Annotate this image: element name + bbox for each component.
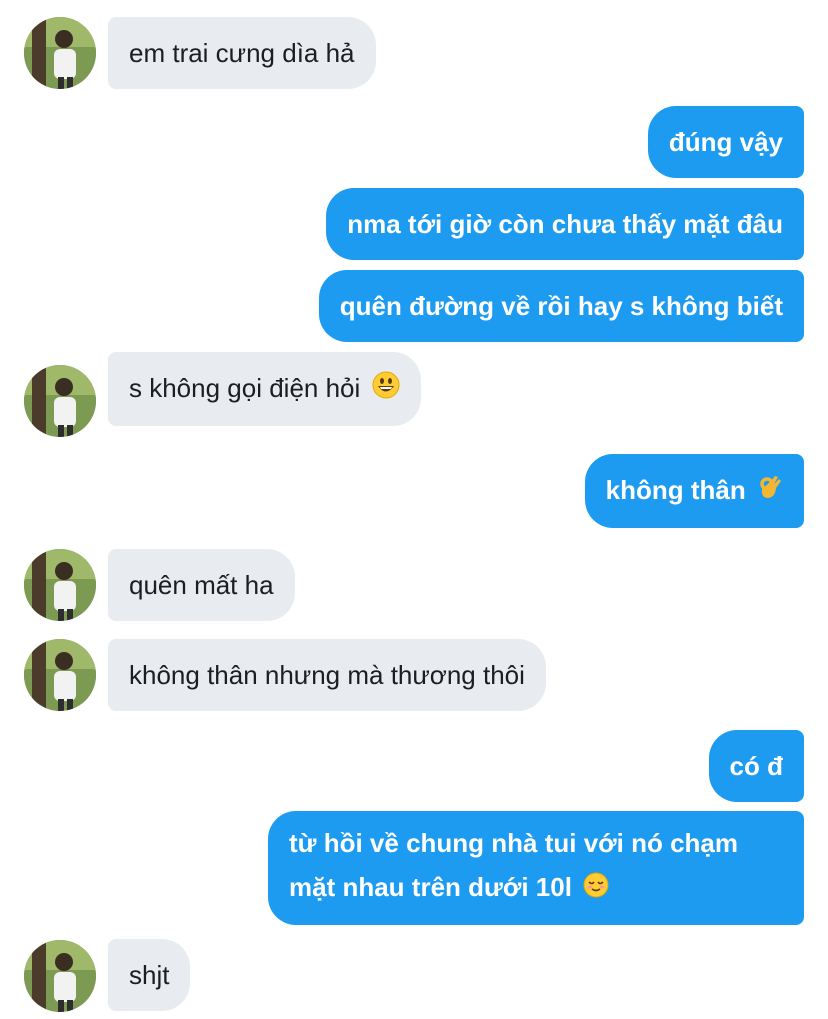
message-text: s không gọi điện hỏi	[129, 373, 361, 403]
message-text: có đ	[729, 751, 783, 781]
message-bubble-outgoing[interactable]: đúng vậy	[647, 106, 804, 178]
message-bubble-outgoing[interactable]: nma tới giờ còn chưa thấy mặt đâu	[326, 188, 804, 260]
contact-avatar[interactable]	[24, 639, 96, 711]
message-text: đúng vậy	[668, 127, 783, 157]
grinning-face-emoji-icon	[372, 369, 400, 411]
message-bubble-incoming[interactable]: quên mất ha	[108, 549, 295, 621]
relieved-face-emoji-icon	[583, 867, 609, 911]
contact-avatar[interactable]	[24, 17, 96, 89]
message-bubble-incoming[interactable]: s không gọi điện hỏi	[108, 352, 421, 427]
message-text: nma tới giờ còn chưa thấy mặt đâu	[347, 209, 783, 239]
message-text: quên đường về rồi hay s không biết	[339, 291, 783, 321]
message-bubble-incoming[interactable]: shjt	[108, 939, 191, 1011]
message-text: em trai cưng dìa hả	[129, 38, 355, 68]
message-text: quên mất ha	[129, 570, 274, 600]
contact-avatar[interactable]	[24, 365, 96, 437]
ok-hand-emoji-icon	[757, 471, 783, 513]
message-text: shjt	[129, 960, 170, 990]
message-text: không thân	[605, 475, 746, 505]
contact-avatar[interactable]	[24, 549, 96, 621]
contact-avatar[interactable]	[24, 940, 96, 1012]
message-bubble-outgoing[interactable]: từ hồi về chung nhà tui với nó chạm mặt …	[268, 811, 804, 926]
message-bubble-outgoing[interactable]: có đ	[708, 730, 804, 802]
message-bubble-outgoing[interactable]: không thân	[584, 454, 804, 529]
message-bubble-incoming[interactable]: không thân nhưng mà thương thôi	[108, 639, 546, 711]
message-text: không thân nhưng mà thương thôi	[129, 660, 525, 690]
message-bubble-incoming[interactable]: em trai cưng dìa hả	[108, 17, 376, 89]
message-bubble-outgoing[interactable]: quên đường về rồi hay s không biết	[318, 270, 804, 342]
message-text: từ hồi về chung nhà tui với nó chạm mặt …	[289, 828, 739, 902]
